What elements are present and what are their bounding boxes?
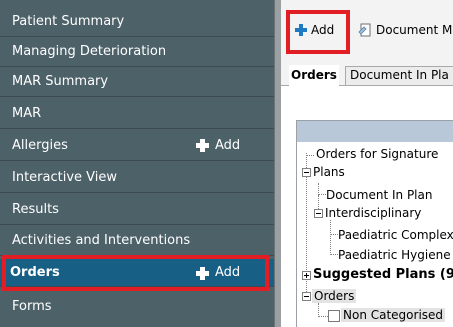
nav-item-label: MAR Summary (12, 74, 109, 89)
collapse-icon[interactable] (302, 292, 311, 301)
panel-splitter[interactable] (274, 0, 281, 327)
tree-line (318, 303, 319, 317)
tree-node-paediatric-complex[interactable]: Paediatric Complex (338, 228, 453, 242)
nav-item-managing-deterioration[interactable]: Managing Deterioration (0, 37, 274, 67)
tree-line (318, 194, 326, 195)
document-icon (358, 23, 371, 36)
tree-line (330, 254, 338, 255)
tree-node-suggested-plans[interactable]: Suggested Plans (9 (313, 267, 453, 282)
nav-item-mar-summary[interactable]: MAR Summary (0, 67, 274, 97)
nav-item-label: Forms (12, 299, 52, 314)
plus-icon (196, 266, 209, 280)
add-label: Add (215, 138, 241, 153)
nav-item-results[interactable]: Results (0, 195, 274, 225)
nav-item-label: Managing Deterioration (12, 44, 167, 59)
collapse-icon[interactable] (302, 168, 311, 177)
nav-item-mar[interactable]: MAR (0, 99, 274, 129)
tree-node-document-in-plan[interactable]: Document In Plan (326, 188, 432, 202)
tab-document-in-plan[interactable]: Document In Pla (345, 66, 453, 85)
allergies-add-button[interactable]: Add (196, 131, 240, 160)
tab-orders[interactable]: Orders (289, 65, 339, 86)
document-medication-button[interactable]: Document M (358, 18, 452, 42)
tree-node-orders-for-signature[interactable]: Orders for Signature (316, 147, 438, 161)
tree-node-interdisciplinary[interactable]: Interdisciplinary (325, 206, 421, 220)
add-label: Add (215, 265, 241, 280)
orders-toolbar: Add Document M (281, 0, 453, 60)
nav-item-label: Orders (10, 265, 60, 280)
tree-line (306, 155, 314, 156)
sidebar-nav: Patient Summary Managing Deterioration M… (0, 0, 274, 327)
expand-icon[interactable] (302, 271, 311, 280)
nav-item-allergies[interactable]: Allergies Add (0, 131, 274, 161)
nav-item-label: Results (12, 202, 59, 217)
orders-tabs: Orders Document In Pla (281, 60, 453, 86)
nav-item-label: Allergies (12, 138, 68, 153)
nav-item-label: MAR (12, 106, 42, 121)
add-order-button[interactable]: Add (295, 18, 334, 42)
tree-line (318, 316, 328, 317)
tree-line (330, 234, 338, 235)
orders-add-button[interactable]: Add (196, 259, 240, 287)
tree-node-paediatric-hygiene[interactable]: Paediatric Hygiene (338, 248, 451, 262)
document-label: Document M (376, 23, 453, 37)
tree-node-plans[interactable]: Plans (313, 165, 345, 179)
add-label: Add (311, 23, 335, 37)
plus-icon (295, 24, 307, 36)
tree-header-bar (297, 121, 453, 142)
nav-item-label: Interactive View (12, 170, 118, 185)
tree-line (330, 220, 331, 255)
non-categorised-checkbox[interactable] (328, 310, 340, 322)
nav-item-interactive-view[interactable]: Interactive View (0, 163, 274, 193)
nav-item-patient-summary[interactable]: Patient Summary (0, 7, 274, 37)
nav-item-forms[interactable]: Forms (0, 292, 274, 322)
tree-node-orders[interactable]: Orders (312, 289, 357, 303)
nav-item-activities-and-interventions[interactable]: Activities and Interventions (0, 226, 274, 256)
tree-node-non-categorised[interactable]: Non Categorised (341, 308, 446, 322)
nav-item-label: Patient Summary (12, 14, 125, 29)
nav-item-label: Activities and Interventions (12, 233, 191, 248)
nav-item-orders[interactable]: Orders Add (0, 259, 274, 287)
plus-icon (196, 139, 209, 152)
collapse-icon[interactable] (314, 209, 323, 218)
